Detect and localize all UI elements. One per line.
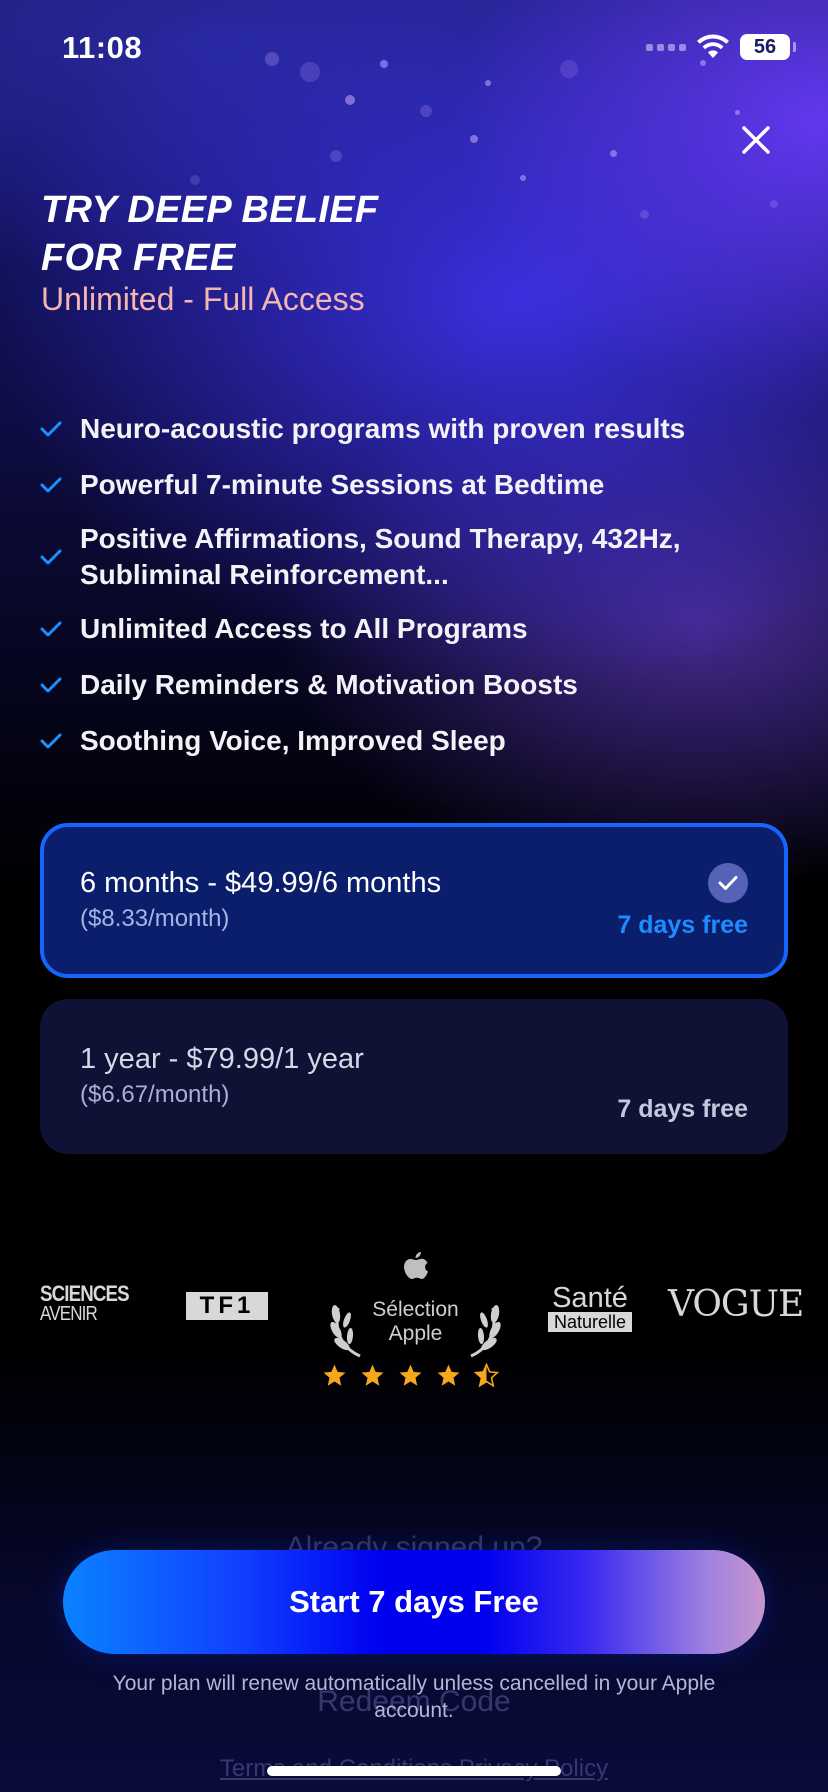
- check-icon: [40, 549, 62, 565]
- status-icons: 56: [646, 34, 796, 60]
- plan-trial-label: 7 days free: [617, 911, 748, 939]
- sciences-et-avenir-logo: SCIENCES AVENIR: [40, 1281, 130, 1325]
- feature-item: Unlimited Access to All Programs: [40, 605, 800, 653]
- status-time: 11:08: [62, 30, 143, 65]
- renewal-disclaimer: Your plan will renew automatically unles…: [112, 1672, 716, 1722]
- plan-title: 6 months - $49.99/6 months: [80, 867, 442, 899]
- apple-icon: [404, 1252, 428, 1279]
- selected-check-icon: [708, 863, 748, 903]
- close-button[interactable]: [736, 120, 776, 160]
- page-title: TRY DEEP BELIEF FOR FREE: [41, 186, 601, 282]
- check-icon: [40, 477, 62, 493]
- feature-item: Positive Affirmations, Sound Therapy, 43…: [40, 517, 800, 597]
- feature-item: Soothing Voice, Improved Sleep: [40, 717, 800, 765]
- feature-text: Positive Affirmations, Sound Therapy, 43…: [80, 523, 681, 590]
- check-icon: [40, 621, 62, 637]
- start-trial-button[interactable]: Start 7 days Free: [63, 1550, 765, 1654]
- page-title-line1: TRY DEEP BELIEF: [41, 189, 379, 231]
- start-trial-label: Start 7 days Free: [289, 1584, 539, 1619]
- press-logos: SCIENCES AVENIR TF1 Sélection Apple Sant…: [40, 1240, 804, 1390]
- feature-list: Neuro-acoustic programs with proven resu…: [40, 405, 800, 765]
- plan-trial-label: 7 days free: [617, 1095, 748, 1123]
- signal-icon: [646, 43, 686, 51]
- feature-text: Daily Reminders & Motivation Boosts: [80, 669, 578, 700]
- feature-text: Unlimited Access to All Programs: [80, 613, 528, 644]
- feature-item: Powerful 7-minute Sessions at Bedtime: [40, 461, 800, 509]
- star-icon: [399, 1364, 422, 1386]
- half-star-icon: [474, 1363, 499, 1388]
- plan-price-per-month: ($6.67/month): [80, 1081, 230, 1108]
- sante-naturelle-logo: Santé Naturelle: [548, 1284, 632, 1332]
- plan-price-per-month: ($8.33/month): [80, 905, 230, 932]
- wifi-icon: [697, 34, 729, 58]
- check-icon: [40, 421, 62, 437]
- star-icon: [323, 1364, 346, 1386]
- check-icon: [40, 677, 62, 693]
- home-indicator[interactable]: [267, 1766, 561, 1776]
- star-icon: [361, 1364, 384, 1386]
- plan-option-1-year[interactable]: 1 year - $79.99/1 year ($6.67/month) 7 d…: [40, 999, 788, 1154]
- tf1-logo: TF1: [186, 1292, 268, 1320]
- plan-option-6-months[interactable]: 6 months - $49.99/6 months ($8.33/month)…: [40, 823, 788, 978]
- feature-item: Daily Reminders & Motivation Boosts: [40, 661, 800, 709]
- laurel-right-icon: [470, 1305, 501, 1358]
- star-icon: [437, 1364, 460, 1386]
- feature-text: Neuro-acoustic programs with proven resu…: [80, 413, 686, 444]
- page-title-line2: FOR FREE: [41, 237, 236, 279]
- page-subtitle: Unlimited - Full Access: [41, 281, 365, 317]
- rating-stars: [322, 1363, 499, 1388]
- feature-item: Neuro-acoustic programs with proven resu…: [40, 405, 800, 453]
- close-icon: [742, 126, 770, 154]
- vogue-logo: VOGUE: [668, 1284, 804, 1325]
- battery-icon: 56: [740, 34, 796, 60]
- feature-text: Powerful 7-minute Sessions at Bedtime: [80, 469, 605, 500]
- plan-title: 1 year - $79.99/1 year: [80, 1043, 364, 1075]
- feature-text: Soothing Voice, Improved Sleep: [80, 725, 506, 756]
- check-icon: [40, 733, 62, 749]
